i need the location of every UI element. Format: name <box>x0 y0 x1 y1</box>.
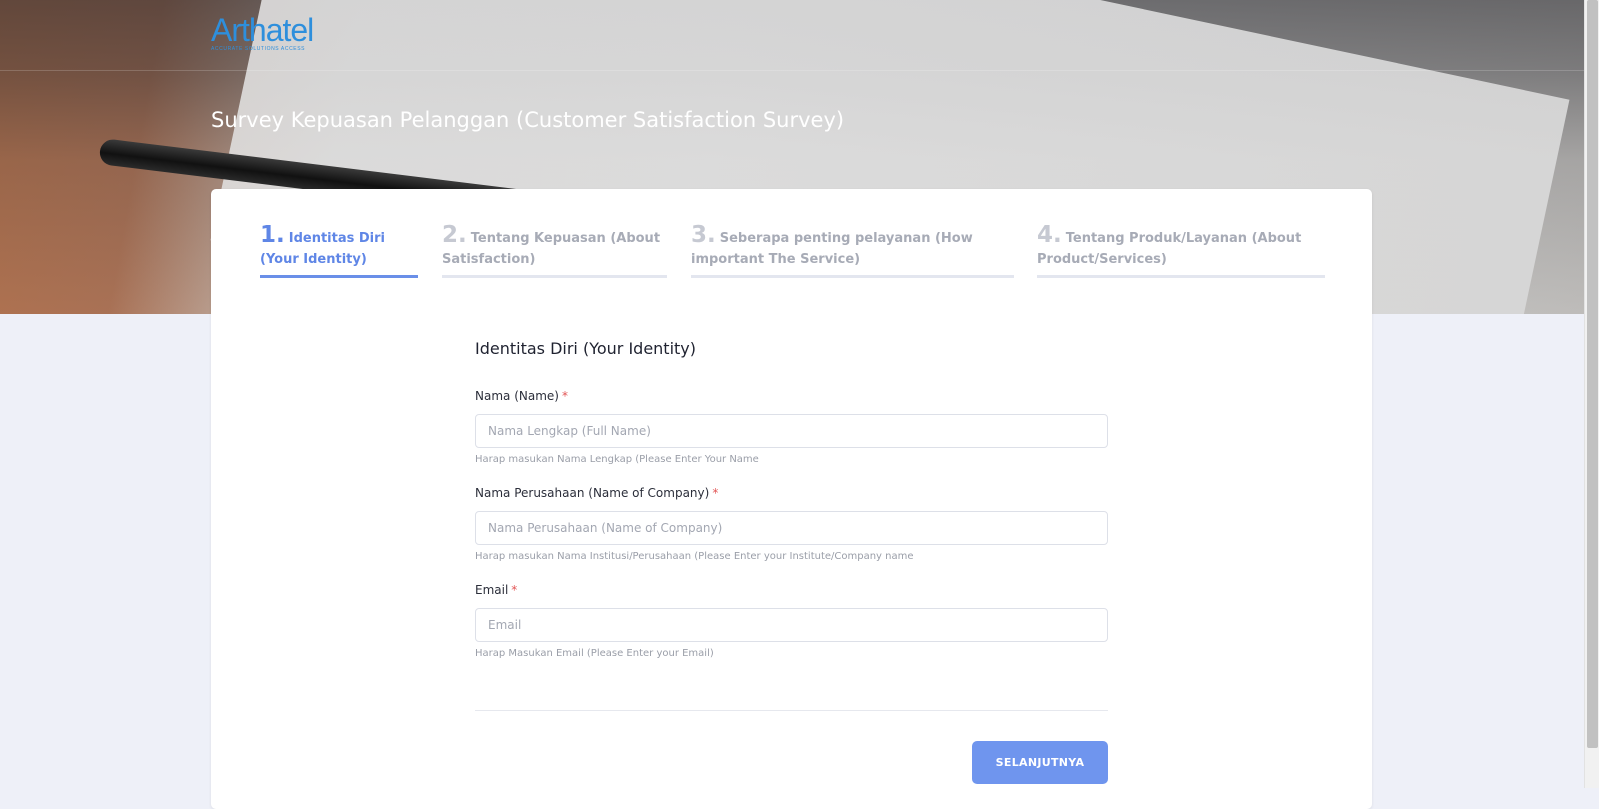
name-label-text: Nama (Name) <box>475 389 559 403</box>
page-title: Survey Kepuasan Pelanggan (Customer Sati… <box>211 108 845 132</box>
step-tab-identity[interactable]: 1. Identitas Diri (Your Identity) <box>260 222 418 278</box>
brand-logo[interactable]: Arthatel <box>211 14 314 46</box>
brand-tagline: ACCURATE SOLUTIONS ACCESS <box>211 46 306 52</box>
step-tab-satisfaction[interactable]: 2. Tentang Kepuasan (About Satisfaction) <box>442 222 667 278</box>
step-number: 1. <box>260 222 285 248</box>
step-tab-service-importance[interactable]: 3. Seberapa penting pelayanan (How import… <box>691 222 1014 278</box>
step-tab-products[interactable]: 4. Tentang Produk/Layanan (About Product/… <box>1037 222 1325 278</box>
email-label-text: Email <box>475 583 509 597</box>
company-label: Nama Perusahaan (Name of Company) * <box>475 486 718 500</box>
form-divider <box>475 710 1108 711</box>
company-label-text: Nama Perusahaan (Name of Company) <box>475 486 710 500</box>
company-input[interactable] <box>475 511 1108 545</box>
survey-card: 1. Identitas Diri (Your Identity) 2. Tenta… <box>211 189 1372 809</box>
scrollbar-thumb[interactable] <box>1587 0 1598 748</box>
required-mark: * <box>511 583 518 597</box>
header-divider <box>0 70 1584 71</box>
name-help-text: Harap masukan Nama Lengkap (Please Enter… <box>475 454 759 465</box>
step-label: Tentang Produk/Layanan (About Product/Se… <box>1037 231 1302 267</box>
step-number: 3. <box>691 222 716 248</box>
step-number: 2. <box>442 222 467 248</box>
name-label: Nama (Name) * <box>475 389 568 403</box>
email-input[interactable] <box>475 608 1108 642</box>
company-help-text: Harap masukan Nama Institusi/Perusahaan … <box>475 551 914 562</box>
required-mark: * <box>712 486 719 500</box>
step-label: Seberapa penting pelayanan (How importan… <box>691 231 973 267</box>
step-number: 4. <box>1037 222 1062 248</box>
page-scrollbar[interactable] <box>1584 0 1599 788</box>
email-help-text: Harap Masukan Email (Please Enter your E… <box>475 648 714 659</box>
email-label: Email * <box>475 583 517 597</box>
section-title: Identitas Diri (Your Identity) <box>475 339 696 358</box>
step-label: Tentang Kepuasan (About Satisfaction) <box>442 231 661 267</box>
next-button[interactable]: SELANJUTNYA <box>972 741 1108 784</box>
name-input[interactable] <box>475 414 1108 448</box>
required-mark: * <box>561 389 568 403</box>
